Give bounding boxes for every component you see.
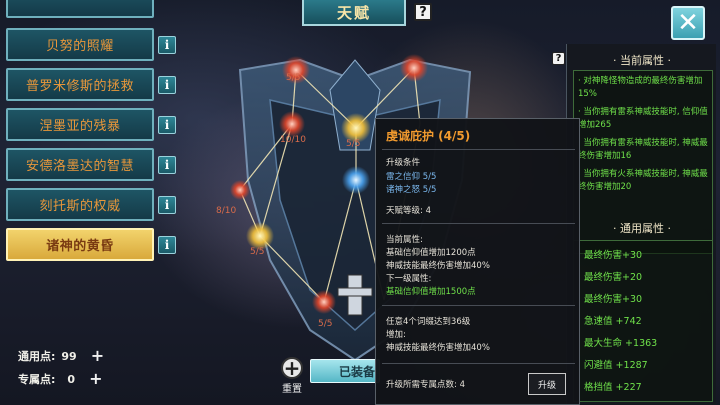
help-icon[interactable]: ? xyxy=(414,3,432,21)
talent-level-text: 天赋等级: 4 xyxy=(386,206,431,216)
help-icon-small[interactable]: ? xyxy=(552,52,565,65)
talent-list-item[interactable]: 刻托斯的权威 xyxy=(6,188,154,221)
exclusive-points-row: 专属点: 0 + xyxy=(18,371,102,387)
node-level-label: 10/10 xyxy=(280,135,306,145)
general-points-label: 通用点: xyxy=(18,350,56,363)
divider xyxy=(382,149,575,150)
reset-label: 重置 xyxy=(282,384,302,395)
node-level-label: 5/5 xyxy=(346,139,360,149)
talent-name: 刻托斯的权威 xyxy=(39,199,121,214)
info-button[interactable]: i xyxy=(158,236,176,254)
next-effect-header: 下一级属性: xyxy=(386,274,432,284)
general-attribute-item: · 格挡值 +227 xyxy=(578,382,642,393)
general-attribute-item: · 最大生命 +1363 xyxy=(578,338,658,349)
talent-node[interactable] xyxy=(342,166,370,194)
game-screen: 5/5 10/10 5/5 8/10 5/5 5/5 贝努的照耀 i 普罗米修斯… xyxy=(0,0,720,405)
talent-list-item[interactable]: 贝努的照耀 xyxy=(6,28,154,61)
requirements-header: 升级条件 xyxy=(386,158,421,168)
tooltip-title: 虔诚庇护 (4/5) xyxy=(386,129,471,143)
current-attribute-item: · 当你拥有火系神威技能时, 神威最终伤害增加20 xyxy=(578,169,708,192)
talent-node[interactable] xyxy=(312,290,336,314)
node-level-label: 8/10 xyxy=(216,206,236,216)
talent-node[interactable] xyxy=(400,54,428,82)
exclusive-points-value: 0 xyxy=(67,372,76,386)
requirement-item: 雷之信仰 5/5 xyxy=(386,172,437,182)
info-button[interactable]: i xyxy=(158,196,176,214)
current-attribute-item: · 当你拥有雷系神威技能时, 神威最终伤害增加16 xyxy=(578,138,708,161)
info-button[interactable]: i xyxy=(158,76,176,94)
talent-node[interactable] xyxy=(279,111,305,137)
divider xyxy=(382,223,575,224)
general-attributes-list[interactable]: · 最终伤害+30 · 最终伤害+20 · 最终伤害+30 · 急速值 +742… xyxy=(573,240,713,402)
node-level-label: 5/5 xyxy=(286,73,300,83)
talent-list-item-selected[interactable]: 诸神的黄昏 xyxy=(6,228,154,261)
general-points-row: 通用点: 99 + xyxy=(18,348,104,364)
bonus-condition: 任意4个词缀达到36级 xyxy=(386,317,471,327)
add-exclusive-point-button[interactable]: + xyxy=(89,371,102,387)
exclusive-points-label: 专属点: xyxy=(18,373,56,386)
talent-name: 贝努的照耀 xyxy=(46,39,114,54)
current-effect-item: 神威技能最终伤害增加40% xyxy=(386,261,490,271)
upgrade-button[interactable]: 升级 xyxy=(528,373,566,395)
current-effect-item: 基础信仰值增加1200点 xyxy=(386,248,476,258)
upgrade-cost-text: 升级所需专属点数: 4 xyxy=(386,380,465,390)
talent-name: 诸神的黄昏 xyxy=(46,239,114,254)
current-attribute-item: · 当你拥有雷系神威技能时, 信仰值增加265 xyxy=(578,107,708,130)
talent-list-item-partial[interactable] xyxy=(6,0,154,18)
page-title-text: 天赋 xyxy=(336,3,371,22)
general-attribute-item: · 最终伤害+30 xyxy=(578,294,643,305)
general-attribute-item: · 最终伤害+20 xyxy=(578,272,643,283)
close-button[interactable]: ✕ xyxy=(671,6,705,40)
general-attribute-item: · 闪避值 +1287 xyxy=(578,360,648,371)
reset-icon: + xyxy=(281,357,303,379)
node-level-label: 5/5 xyxy=(250,247,264,257)
divider xyxy=(382,363,575,364)
general-attribute-item: · 急速值 +742 xyxy=(578,316,642,327)
talent-list-item[interactable]: 涅墨亚的残暴 xyxy=(6,108,154,141)
equipped-button[interactable]: 已装备 xyxy=(310,359,380,383)
talent-name: 安德洛墨达的智慧 xyxy=(25,159,134,174)
current-attribute-item: · 对神降怪物造成的最终伤害增加15% xyxy=(578,76,703,99)
bonus-condition: 神威技能最终伤害增加40% xyxy=(386,343,490,353)
current-attributes-header: · 当前属性 · xyxy=(613,54,671,67)
page-title: 天赋 xyxy=(302,0,406,26)
info-button[interactable]: i xyxy=(158,116,176,134)
talent-list-item[interactable]: 安德洛墨达的智慧 xyxy=(6,148,154,181)
talent-list-item[interactable]: 普罗米修斯的拯救 xyxy=(6,68,154,101)
talent-name: 涅墨亚的残暴 xyxy=(39,119,121,134)
requirement-item: 诸神之怒 5/5 xyxy=(386,185,437,195)
general-points-value: 99 xyxy=(61,349,77,363)
general-attribute-item: · 最终伤害+30 xyxy=(578,250,643,261)
bonus-condition: 增加: xyxy=(386,330,406,340)
general-attributes-header: · 通用属性 · xyxy=(613,222,671,235)
next-effect-item: 基础信仰值增加1500点 xyxy=(386,287,476,297)
talent-node[interactable] xyxy=(246,222,274,250)
reset-button[interactable]: + 重置 xyxy=(278,357,306,399)
talent-tooltip: 虔诚庇护 (4/5) 升级条件 雷之信仰 5/5 诸神之怒 5/5 天赋等级: … xyxy=(375,118,580,405)
node-level-label: 5/5 xyxy=(318,319,332,329)
add-general-point-button[interactable]: + xyxy=(91,348,104,364)
close-icon: ✕ xyxy=(677,8,699,38)
current-effect-header: 当前属性: xyxy=(386,235,423,245)
attributes-panel: · 当前属性 · · 对神降怪物造成的最终伤害增加15% · 当你拥有雷系神威技… xyxy=(566,44,716,405)
info-button[interactable]: i xyxy=(158,156,176,174)
divider xyxy=(382,305,575,306)
equipped-label: 已装备 xyxy=(339,364,376,379)
talent-name: 普罗米修斯的拯救 xyxy=(25,79,134,94)
info-button[interactable]: i xyxy=(158,36,176,54)
talent-node[interactable] xyxy=(230,180,250,200)
